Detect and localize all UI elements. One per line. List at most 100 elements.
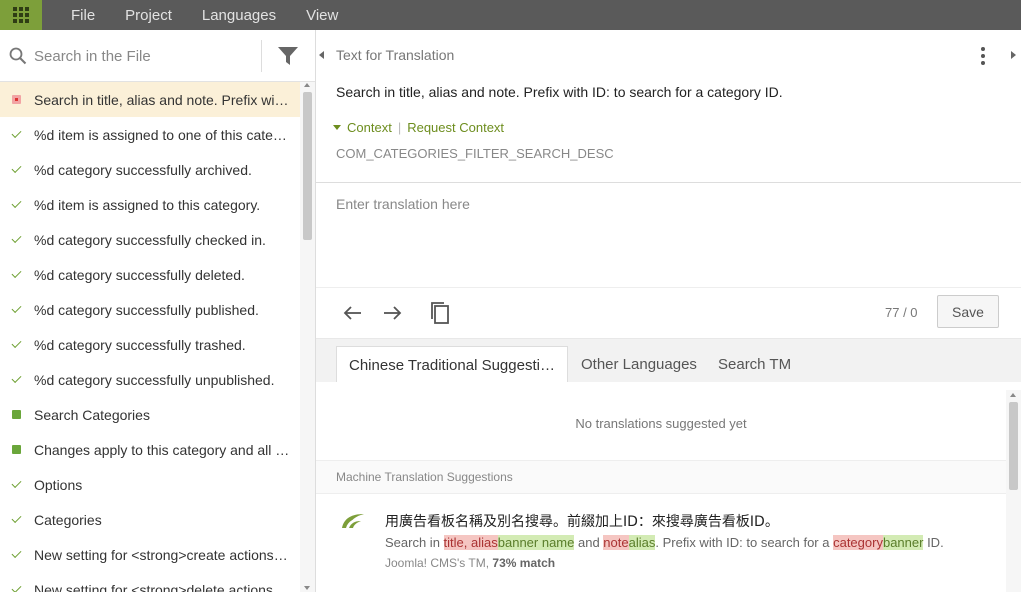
- tab-other-languages[interactable]: Other Languages: [569, 346, 709, 383]
- diff-text: ID.: [923, 535, 944, 550]
- list-item[interactable]: Categories: [0, 502, 300, 537]
- scrollbar-thumb[interactable]: [303, 92, 312, 240]
- editor-toolbar: 77 / 0 Save: [316, 288, 1021, 338]
- copy-icon: [431, 302, 449, 324]
- list-item[interactable]: Changes apply to this category and all c…: [0, 432, 300, 467]
- copy-source-button[interactable]: [427, 300, 453, 326]
- scroll-up-icon[interactable]: [304, 83, 310, 87]
- editor-panel: Text for Translation Search in title, al…: [316, 30, 1021, 592]
- list-item-label: %d category successfully published.: [34, 301, 259, 318]
- check-icon: [10, 514, 22, 526]
- diff-inserted: banner: [882, 535, 924, 550]
- save-button[interactable]: Save: [937, 295, 999, 328]
- caret-down-icon: [333, 125, 341, 130]
- mt-source-diff: Search in title, aliasbanner name and no…: [385, 535, 944, 550]
- tab-search-tm[interactable]: Search TM: [706, 346, 803, 383]
- arrow-right-icon: [384, 306, 402, 320]
- filter-icon[interactable]: [277, 46, 299, 66]
- mt-origin: Joomla! CMS's TM,: [385, 556, 493, 570]
- mt-match: 73% match: [492, 556, 556, 570]
- check-icon: [10, 549, 22, 561]
- check-icon: [10, 129, 22, 141]
- list-item-label: Categories: [34, 511, 102, 528]
- diff-text: Search in: [385, 535, 444, 550]
- check-icon: [10, 374, 22, 386]
- list-item-label: Search in title, alias and note. Prefix …: [34, 91, 292, 108]
- diff-deleted: category: [833, 535, 883, 550]
- diff-text: . Prefix with ID: to search for a: [655, 535, 834, 550]
- list-item[interactable]: %d category successfully unpublished.: [0, 362, 300, 397]
- check-icon: [10, 234, 22, 246]
- collapse-right-icon[interactable]: [1011, 51, 1016, 59]
- list-item-label: %d category successfully checked in.: [34, 231, 266, 248]
- scrollbar-thumb[interactable]: [1009, 402, 1018, 490]
- mt-header-label: Machine Translation Suggestions: [336, 470, 513, 484]
- diff-deleted: note: [603, 535, 629, 550]
- previous-string-button[interactable]: [340, 300, 366, 326]
- diff-deleted: title, alias: [443, 535, 498, 550]
- arrow-left-icon: [343, 306, 361, 320]
- tab-label: Other Languages: [581, 356, 697, 373]
- collapse-left-icon[interactable]: [319, 51, 324, 59]
- list-item[interactable]: %d category successfully trashed.: [0, 327, 300, 362]
- untranslated-icon: [10, 94, 22, 106]
- list-item-label: %d category successfully unpublished.: [34, 371, 275, 388]
- list-item-label: %d category successfully trashed.: [34, 336, 246, 353]
- apps-button[interactable]: [0, 0, 42, 30]
- diff-text: and: [574, 535, 604, 550]
- check-icon: [10, 304, 22, 316]
- list-item[interactable]: %d category successfully deleted.: [0, 257, 300, 292]
- menu-file[interactable]: File: [71, 7, 95, 24]
- scroll-up-icon[interactable]: [1010, 393, 1016, 397]
- list-item-label: %d item is assigned to this category.: [34, 196, 261, 213]
- diff-inserted: banner name: [497, 535, 575, 550]
- list-item-label: Options: [34, 476, 83, 493]
- list-item[interactable]: New setting for <strong>delete actions</…: [0, 572, 300, 592]
- tab-label: Chinese Traditional Suggestions: [349, 356, 555, 374]
- check-icon: [10, 199, 22, 211]
- string-key: COM_CATEGORIES_FILTER_SEARCH_DESC: [336, 146, 614, 161]
- scrollbar[interactable]: [1006, 390, 1021, 592]
- list-item[interactable]: %d category successfully archived.: [0, 152, 300, 187]
- list-item[interactable]: Search in title, alias and note. Prefix …: [0, 82, 300, 117]
- mt-section-header: Machine Translation Suggestions: [316, 460, 1006, 494]
- approved-icon: [10, 409, 22, 421]
- list-item[interactable]: %d item is assigned to one of this categ…: [0, 117, 300, 152]
- suggestions-area: No translations suggested yet Machine Tr…: [316, 382, 1006, 592]
- next-string-button[interactable]: [379, 300, 405, 326]
- more-options-icon[interactable]: [980, 47, 986, 65]
- menu-project[interactable]: Project: [125, 7, 172, 24]
- tab-language-suggestions[interactable]: Chinese Traditional Suggestions: [336, 346, 568, 383]
- list-item[interactable]: New setting for <strong>create actions</…: [0, 537, 300, 572]
- list-item[interactable]: %d item is assigned to this category.: [0, 187, 300, 222]
- list-item-label: Changes apply to this category and all c…: [34, 441, 292, 458]
- tab-label: Search TM: [718, 356, 792, 373]
- divider: [261, 40, 262, 72]
- joomla-tm-icon: [342, 514, 364, 528]
- menu-languages[interactable]: Languages: [202, 7, 276, 24]
- request-context-link[interactable]: Request Context: [407, 120, 504, 135]
- string-list-panel: Search in title, alias and note. Prefix …: [0, 30, 316, 592]
- list-item-label: %d item is assigned to one of this categ…: [34, 126, 292, 143]
- list-item[interactable]: %d category successfully checked in.: [0, 222, 300, 257]
- scroll-down-icon[interactable]: [304, 586, 310, 590]
- mt-suggestion-text[interactable]: 用廣告看板名稱及別名搜尋。前綴加上ID：來搜尋廣告看板ID。: [385, 511, 779, 531]
- diff-inserted: alias: [628, 535, 656, 550]
- list-item[interactable]: %d category successfully published.: [0, 292, 300, 327]
- mt-meta: Joomla! CMS's TM, 73% match: [385, 556, 555, 570]
- grid-icon: [13, 7, 29, 23]
- scrollbar[interactable]: [300, 82, 315, 592]
- translation-input[interactable]: [316, 183, 1021, 287]
- context-toggle[interactable]: Context: [347, 120, 392, 135]
- search-input[interactable]: [34, 44, 254, 68]
- approved-icon: [10, 444, 22, 456]
- list-item[interactable]: Options: [0, 467, 300, 502]
- check-icon: [10, 339, 22, 351]
- check-icon: [10, 584, 22, 592]
- search-bar: [0, 30, 315, 82]
- check-icon: [10, 479, 22, 491]
- menu-bar: File Project Languages View: [0, 0, 1021, 30]
- list-item[interactable]: Search Categories: [0, 397, 300, 432]
- menu-view[interactable]: View: [306, 7, 338, 24]
- context-separator: |: [397, 120, 402, 135]
